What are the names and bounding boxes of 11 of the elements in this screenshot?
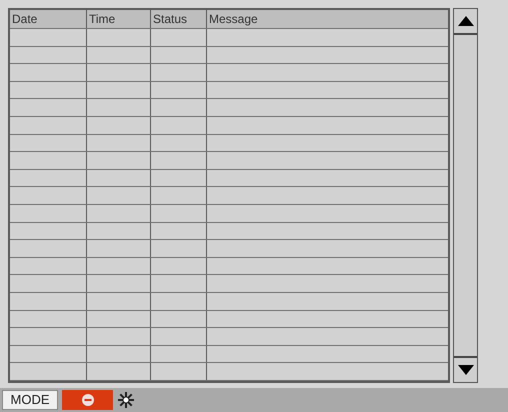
stop-icon (82, 394, 94, 406)
alarm-button[interactable] (62, 390, 113, 410)
down-arrow-icon (458, 365, 474, 375)
mode-button[interactable]: MODE (2, 390, 58, 410)
column-header: Status (153, 13, 188, 25)
column-header: Message (209, 13, 258, 25)
scrollbar[interactable] (453, 8, 478, 383)
up-arrow-icon (458, 16, 474, 26)
column-header: Date (12, 13, 38, 25)
fan-icon (117, 391, 135, 409)
column-header: Time (89, 13, 116, 25)
